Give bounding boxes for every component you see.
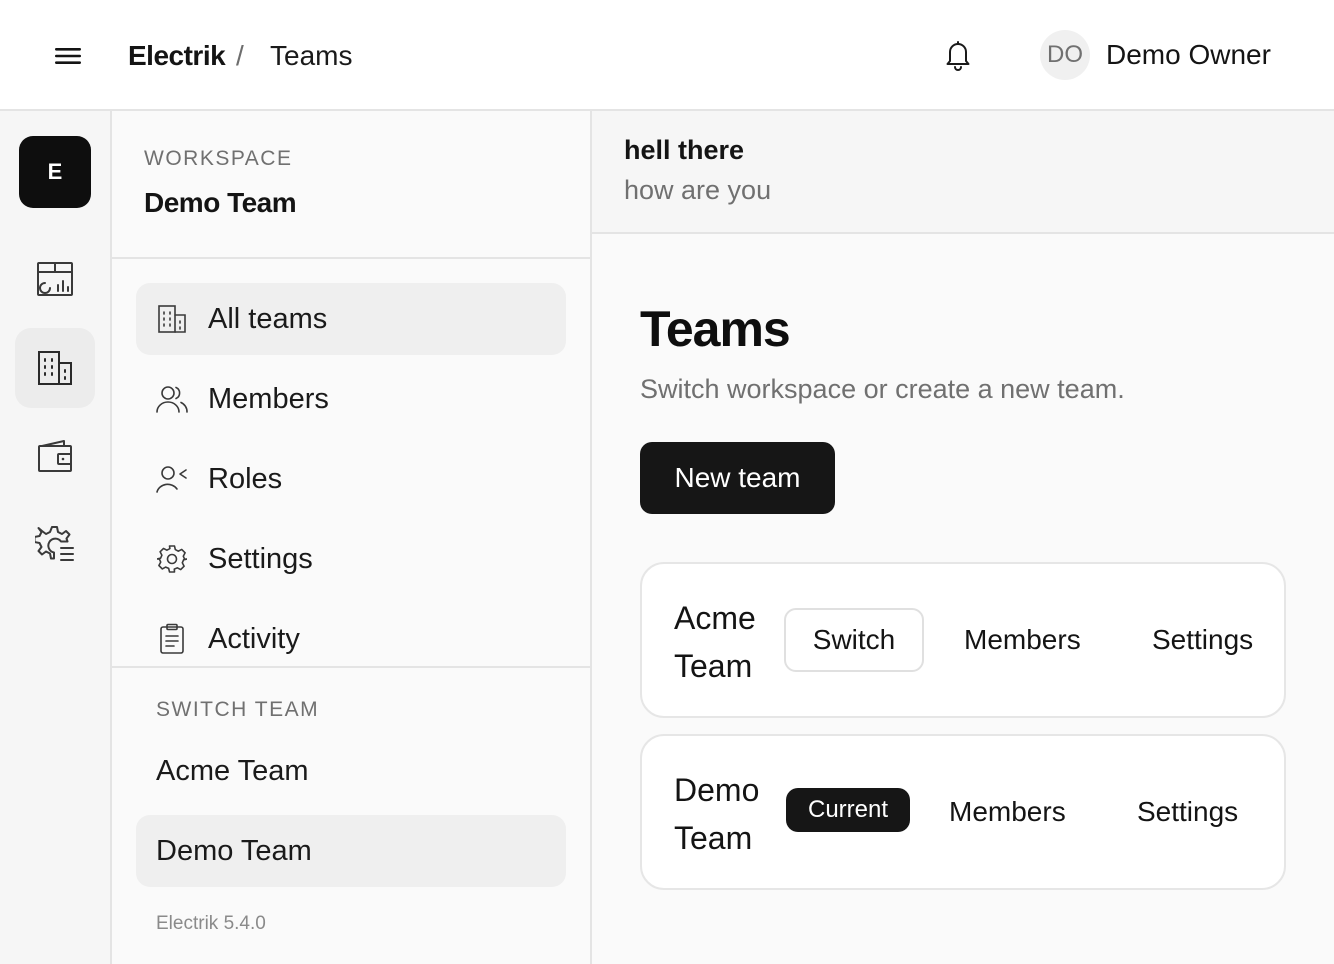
bell-icon [946,41,970,71]
breadcrumb-current: Teams [270,40,353,71]
dashboard-icon [37,262,73,296]
sidebar-item-roles[interactable]: Roles [136,443,566,515]
team-members-link[interactable]: Members [964,620,1081,660]
icon-rail: E [0,111,112,964]
banner-subtitle: how are you [624,175,772,205]
team-link-label: Acme Team [156,755,309,787]
user-role-icon [156,463,188,495]
current-badge: Current [786,788,910,832]
user-name: Demo Owner [1106,39,1271,70]
team-settings-link[interactable]: Settings [1152,620,1253,660]
sidebar-item-label: All teams [208,303,328,335]
rail-dashboard-button[interactable] [15,239,95,319]
hamburger-icon [55,48,81,64]
sidebar-item-all-teams[interactable]: All teams [136,283,566,355]
users-icon [156,383,188,415]
rail-teams-button[interactable] [15,328,95,408]
app-version: Electrik 5.4.0 [156,913,266,934]
clipboard-icon [156,623,188,655]
user-menu[interactable]: DO Demo Owner [1040,30,1271,80]
page-title: Teams [640,301,791,357]
gear-icon [156,543,188,575]
sidebar-item-label: Activity [208,623,300,655]
page-subtitle: Switch workspace or create a new team. [640,374,1125,404]
team-card-acme: Acme Team Switch Members Settings [640,562,1286,718]
menu-button[interactable] [48,36,88,76]
sidebar-item-members[interactable]: Members [136,363,566,435]
workspace-logo-button[interactable]: E [19,136,91,208]
workspace-header: WORKSPACE Demo Team [112,111,590,259]
team-card-name: Demo Team [674,772,760,856]
rail-settings-button[interactable] [15,504,95,584]
settings-list-icon [35,526,74,561]
team-card-demo: Demo Team Current Members Settings [640,734,1286,890]
new-team-button[interactable]: New team [640,442,835,514]
sidebar-item-settings[interactable]: Settings [136,523,566,595]
workspace-label: WORKSPACE [144,147,293,170]
team-link-label: Demo Team [156,835,312,867]
switch-button[interactable]: Switch [784,608,924,672]
building-icon [156,303,188,335]
building-icon [38,351,72,385]
team-card-name: Acme Team [674,600,756,684]
team-settings-link[interactable]: Settings [1137,792,1238,832]
sidebar-item-label: Roles [208,463,283,495]
team-members-link[interactable]: Members [949,792,1066,832]
breadcrumb-separator: / [236,40,244,71]
wallet-icon [38,440,72,472]
secondary-sidebar: WORKSPACE Demo Team All teams Members Ro… [112,111,592,964]
breadcrumb-app[interactable]: Electrik [128,36,226,76]
main-content: Teams Switch workspace or create a new t… [592,234,1334,964]
notifications-button[interactable] [937,34,979,76]
sidebar-item-label: Members [208,383,329,415]
announcement-banner: hell there how are you [592,111,1334,234]
switch-team-acme[interactable]: Acme Team [136,735,566,807]
workspace-name: Demo Team [144,187,297,218]
switch-team-demo[interactable]: Demo Team [136,815,566,887]
sidebar-item-label: Settings [208,543,313,575]
banner-title: hell there [624,135,745,165]
sidebar-item-activity[interactable]: Activity [136,603,566,675]
switch-team-label: SWITCH TEAM [156,698,320,721]
switch-team-section: SWITCH TEAM Acme Team Demo Team Electrik… [112,666,590,964]
avatar: DO [1040,30,1090,80]
rail-billing-button[interactable] [15,416,95,496]
top-header: Electrik / Teams DO Demo Owner [0,0,1334,111]
